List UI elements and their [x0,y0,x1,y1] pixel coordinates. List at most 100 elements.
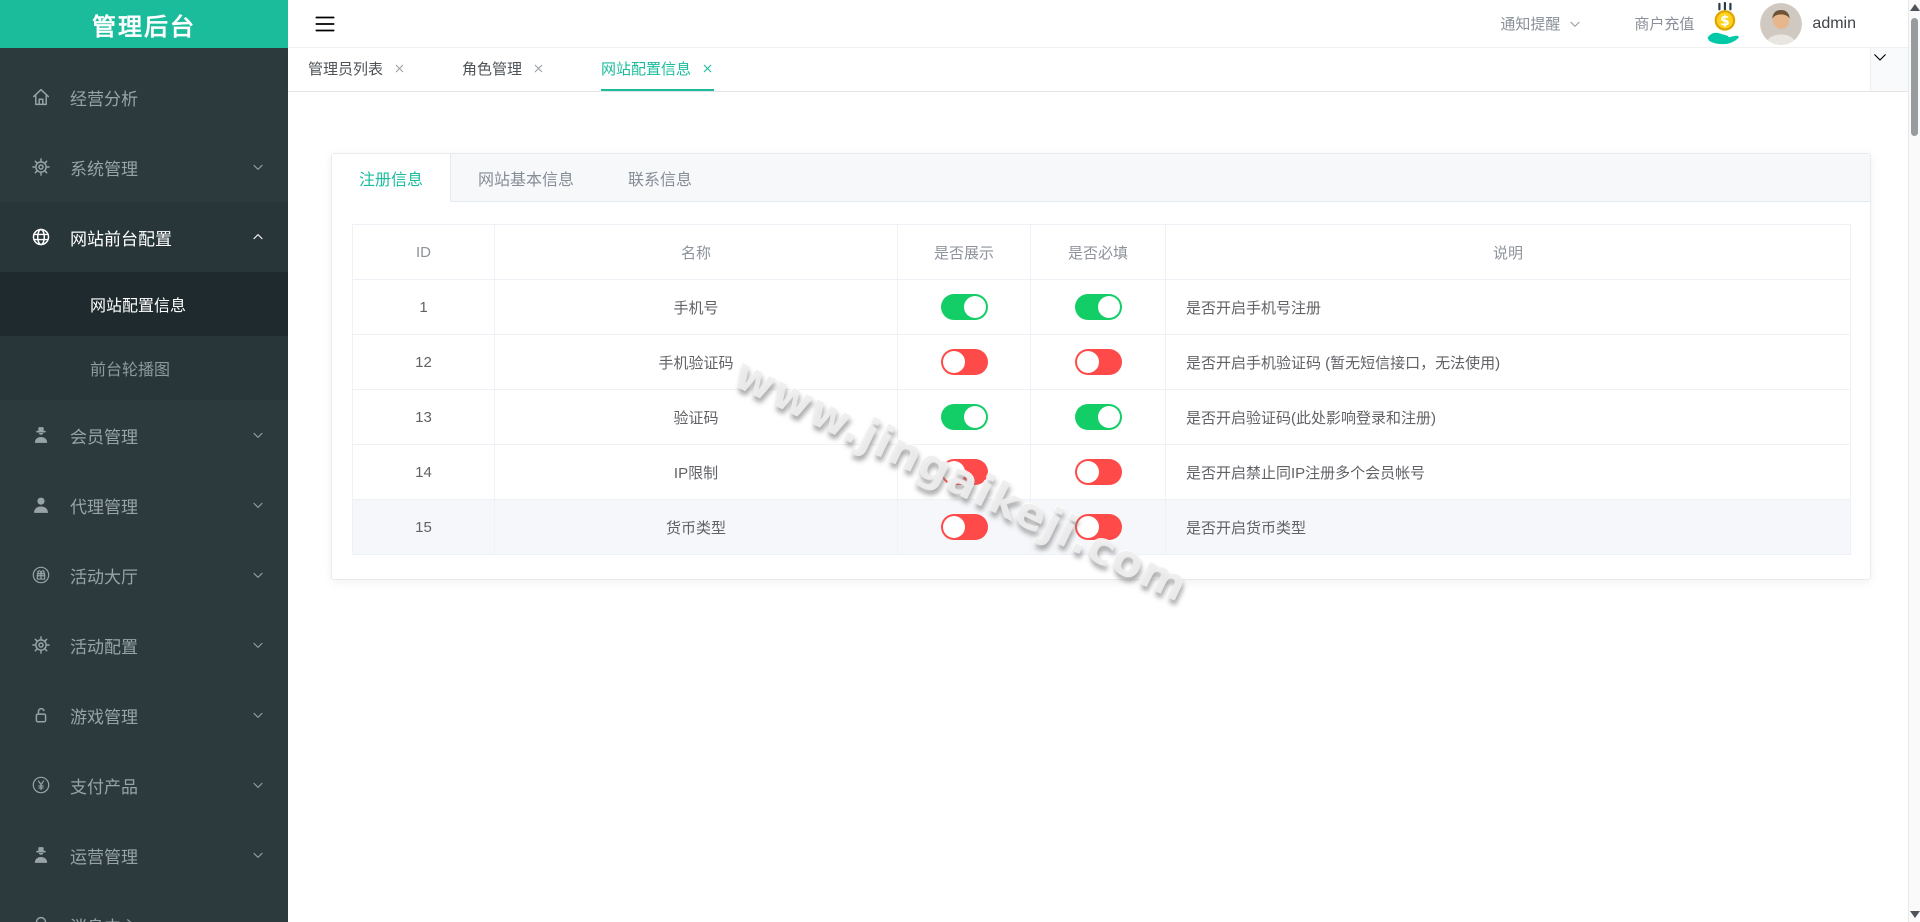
sidebar-item-9[interactable]: 运营管理 [0,820,288,890]
sidebar-item-8[interactable]: 支付产品 [0,750,288,820]
merchant-recharge-button[interactable]: 商户充值 $ [1634,1,1746,47]
gift-icon [30,564,52,586]
sidebar-item-3[interactable]: 会员管理 [0,400,288,470]
chevron-up-icon [250,229,266,245]
show-toggle[interactable] [941,294,988,320]
toggle-knob [943,351,965,373]
settings-card: 注册信息 网站基本信息 联系信息 ID名称是否展示是否必填说明 1手机号是否开启手机… [331,153,1871,580]
gear-icon [30,634,52,656]
show-toggle[interactable] [941,459,988,485]
cell-required [1031,280,1166,335]
cell-show [898,335,1031,390]
sidebar-item-label: 游戏管理 [70,703,250,728]
card-tab-1[interactable]: 网站基本信息 [451,154,601,201]
cell-show [898,445,1031,500]
card-tab-0[interactable]: 注册信息 [332,154,451,202]
sidebar-subitem-label: 前台轮播图 [90,356,170,380]
sidebar-item-5[interactable]: 活动大厅 [0,540,288,610]
show-toggle[interactable] [941,514,988,540]
open-tab-2[interactable]: 网站配置信息 [601,48,714,91]
settings-card-body: ID名称是否展示是否必填说明 1手机号是否开启手机号注册12手机验证码是否开启手… [332,202,1870,579]
sidebar-item-6[interactable]: 活动配置 [0,610,288,680]
open-tab-label: 网站配置信息 [601,58,691,79]
sidebar-item-label: 网站前台配置 [70,225,250,250]
sidebar-item-10[interactable]: 消息中心 [0,890,288,922]
required-toggle[interactable] [1075,459,1122,485]
close-icon[interactable] [532,62,545,75]
sidebar-item-label: 会员管理 [70,423,250,448]
card-tab-2[interactable]: 联系信息 [601,154,719,201]
sidebar-subitem-0[interactable]: 网站配置信息 [0,272,288,336]
table-row: 13验证码是否开启验证码(此处影响登录和注册) [353,390,1851,445]
toggle-knob [1077,461,1099,483]
scrollbar-up-arrow[interactable] [1910,4,1920,11]
chevron-down-icon [250,497,266,513]
user-menu[interactable]: admin [1760,3,1856,45]
column-header: ID [353,225,495,280]
chevron-down-icon [250,427,266,443]
sidebar-item-4[interactable]: 代理管理 [0,470,288,540]
cell-description: 是否开启禁止同IP注册多个会员帐号 [1166,445,1851,500]
sidebar-group: 网站前台配置网站配置信息前台轮播图 [0,202,288,400]
sidebar-item-label: 活动大厅 [70,563,250,588]
cell-id: 15 [353,500,495,555]
close-icon[interactable] [393,62,406,75]
cell-description: 是否开启手机验证码 (暂无短信接口，无法使用) [1166,335,1851,390]
open-tab-1[interactable]: 角色管理 [462,48,545,91]
card-tab-label: 网站基本信息 [478,166,574,190]
open-tab-0[interactable]: 管理员列表 [308,48,406,91]
toggle-knob [1077,516,1099,538]
scrollbar-down-arrow[interactable] [1910,911,1920,918]
close-icon[interactable] [701,62,714,75]
scrollbar-thumb[interactable] [1911,18,1918,136]
sidebar-item-7[interactable]: 游戏管理 [0,680,288,750]
chevron-down-icon [250,917,266,922]
table-row: 12手机验证码是否开启手机验证码 (暂无短信接口，无法使用) [353,335,1851,390]
page-scrollbar[interactable] [1908,0,1920,922]
sidebar-item-label: 运营管理 [70,843,250,868]
card-tab-label: 注册信息 [359,166,423,190]
sidebar-item-0[interactable]: 经营分析 [0,62,288,132]
sidebar-item-label: 消息中心 [70,913,250,922]
topbar-right: 通知提醒 商户充值 $ [1500,1,1856,47]
bell-icon [30,914,52,922]
sidebar-submenu: 网站配置信息前台轮播图 [0,272,288,400]
notice-dropdown[interactable]: 通知提醒 [1500,13,1582,34]
sidebar-menu: 经营分析系统管理网站前台配置网站配置信息前台轮播图会员管理代理管理活动大厅活动配… [0,48,288,922]
sidebar-subitem-1[interactable]: 前台轮播图 [0,336,288,400]
show-toggle[interactable] [941,349,988,375]
table-row: 1手机号是否开启手机号注册 [353,280,1851,335]
chevron-down-icon [250,707,266,723]
chevron-down-icon [250,159,266,175]
sidebar-item-2[interactable]: 网站前台配置 [0,202,288,272]
settings-card-tabs: 注册信息 网站基本信息 联系信息 [332,154,1870,202]
cell-required [1031,390,1166,445]
yen-circle-icon [30,774,52,796]
cell-required [1031,500,1166,555]
home-icon [30,86,52,108]
required-toggle[interactable] [1075,349,1122,375]
show-toggle[interactable] [941,404,988,430]
cell-required [1031,445,1166,500]
toggle-knob [1077,351,1099,373]
app-title: 管理后台 [0,0,288,48]
required-toggle[interactable] [1075,294,1122,320]
user-icon [30,494,52,516]
column-header: 是否必填 [1031,225,1166,280]
sidebar-subitem-label: 网站配置信息 [90,292,186,316]
open-tab-label: 角色管理 [462,58,522,79]
toggle-knob [943,461,965,483]
cell-show [898,500,1031,555]
toggle-knob [964,296,986,318]
chevron-down-icon [250,777,266,793]
coin-hand-icon: $ [1702,1,1746,47]
hamburger-menu-icon[interactable] [312,11,338,37]
cell-name: 货币类型 [495,500,898,555]
required-toggle[interactable] [1075,404,1122,430]
toggle-knob [943,516,965,538]
sidebar-item-1[interactable]: 系统管理 [0,132,288,202]
cell-id: 14 [353,445,495,500]
user-tie-icon [30,424,52,446]
required-toggle[interactable] [1075,514,1122,540]
globe-icon [30,226,52,248]
